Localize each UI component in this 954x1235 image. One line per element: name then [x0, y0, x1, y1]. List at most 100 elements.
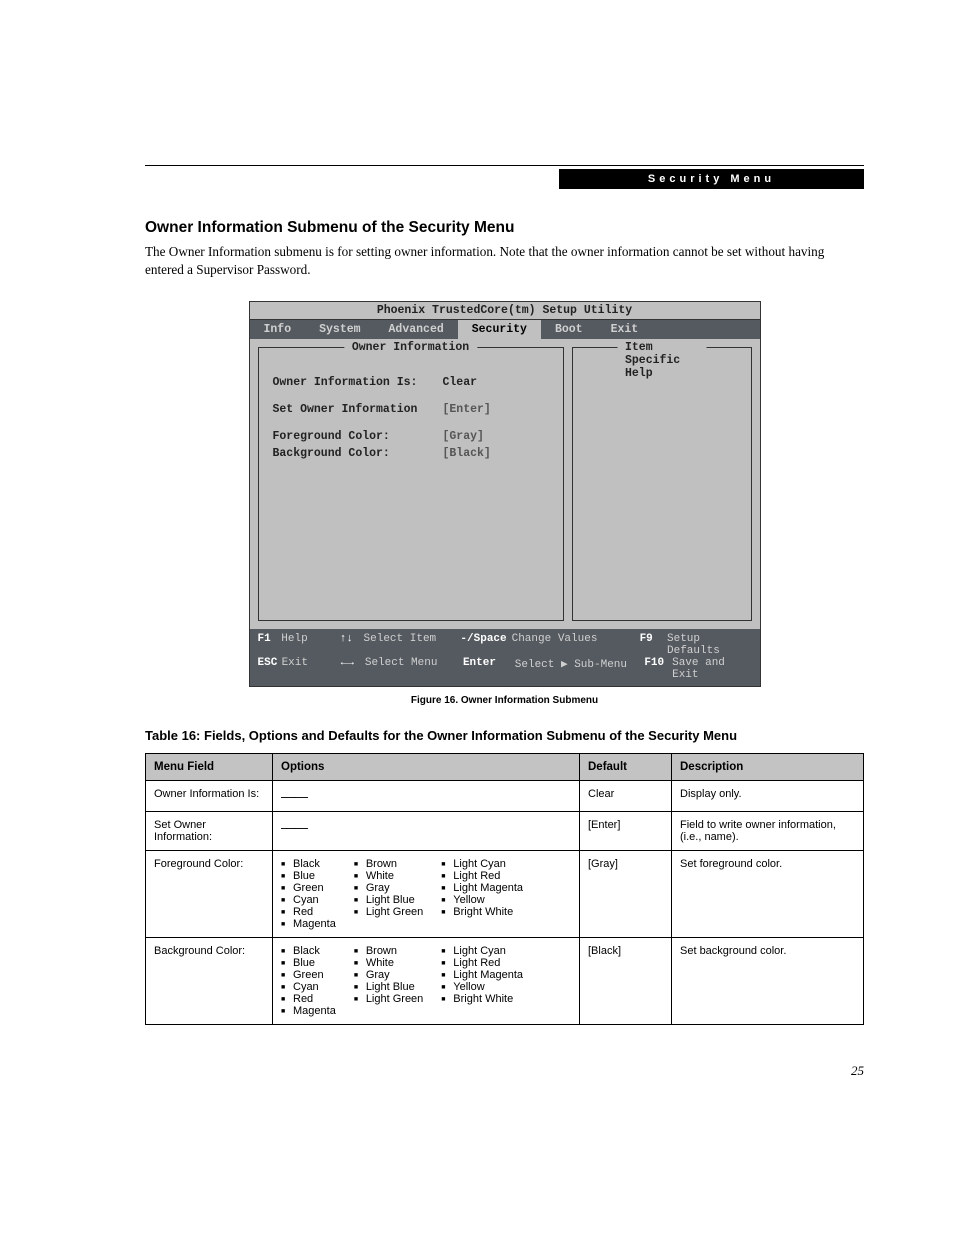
bios-key: F10 [644, 657, 672, 681]
bios-key-label: Select Item [364, 633, 461, 657]
bios-key-label: Setup Defaults [667, 633, 751, 657]
cell-options: —— [273, 811, 580, 850]
bios-field-label: Foreground Color: [273, 430, 443, 443]
option-item: Magenta [281, 1005, 336, 1017]
bios-tab-security[interactable]: Security [458, 320, 541, 339]
option-item: Light Green [354, 906, 423, 918]
bios-help-title: Item Specific Help [617, 341, 706, 380]
bios-key: F9 [640, 633, 667, 657]
option-item: Light Cyan [441, 858, 523, 870]
bios-key-label: Help [281, 633, 340, 657]
option-item: Red [281, 906, 336, 918]
cell-options: —— [273, 780, 580, 811]
bios-utility-title: Phoenix TrustedCore(tm) Setup Utility [250, 302, 760, 320]
option-item: Blue [281, 957, 336, 969]
section-header-label: Security Menu [559, 169, 864, 189]
bios-key: ESC [258, 657, 282, 681]
bios-key-label: Save and Exit [672, 657, 751, 681]
option-item: Light Green [354, 993, 423, 1005]
bios-tab-boot[interactable]: Boot [541, 320, 597, 339]
option-item: Black [281, 945, 336, 957]
cell-options: BlackBlueGreenCyanRedMagenta BrownWhiteGr… [273, 937, 580, 1024]
cell-default: [Enter] [580, 811, 672, 850]
table-title: Table 16: Fields, Options and Defaults f… [145, 728, 864, 743]
option-item: Black [281, 858, 336, 870]
bios-tab-exit[interactable]: Exit [597, 320, 653, 339]
option-item: Light Cyan [441, 945, 523, 957]
bios-key: ↑↓ [340, 633, 364, 657]
table-row: Background Color:BlackBlueGreenCyanRedMa… [146, 937, 864, 1024]
bios-key-label: Select ▶ Sub-Menu [515, 657, 645, 681]
bios-field-label: Owner Information Is: [273, 376, 443, 389]
bios-screenshot: Phoenix TrustedCore(tm) Setup Utility In… [249, 301, 761, 687]
bios-field-label: Background Color: [273, 447, 443, 460]
table-row: Owner Information Is:——ClearDisplay only… [146, 780, 864, 811]
option-item: Bright White [441, 993, 523, 1005]
th-default: Default [580, 753, 672, 780]
fields-table: Menu Field Options Default Description O… [145, 753, 864, 1025]
cell-menu-field: Background Color: [146, 937, 273, 1024]
option-item: Light Red [441, 957, 523, 969]
option-item: Magenta [281, 918, 336, 930]
bios-key: F1 [258, 633, 282, 657]
bios-help-panel: Item Specific Help [572, 347, 752, 621]
section-body: The Owner Information submenu is for set… [145, 243, 864, 279]
table-row: Set Owner Information:——[Enter]Field to … [146, 811, 864, 850]
option-item: Light Magenta [441, 969, 523, 981]
cell-description: Display only. [672, 780, 864, 811]
bios-left-title: Owner Information [344, 341, 477, 354]
cell-menu-field: Foreground Color: [146, 850, 273, 937]
option-item: Light Red [441, 870, 523, 882]
cell-default: Clear [580, 780, 672, 811]
option-item: Light Blue [354, 894, 423, 906]
option-item: White [354, 870, 423, 882]
bios-tab-bar: Info System Advanced Security Boot Exit [250, 320, 760, 339]
table-row: Foreground Color:BlackBlueGreenCyanRedMa… [146, 850, 864, 937]
cell-description: Set foreground color. [672, 850, 864, 937]
bios-left-panel: Owner Information Owner Information Is: … [258, 347, 564, 621]
bios-key-label: Exit [282, 657, 341, 681]
bios-key: Enter [463, 657, 515, 681]
bios-field-label: Set Owner Information [273, 403, 443, 416]
option-item: Brown [354, 858, 423, 870]
bios-footer: F1 Help ↑↓ Select Item -/Space Change Va… [250, 629, 760, 686]
option-item: Light Magenta [441, 882, 523, 894]
cell-default: [Gray] [580, 850, 672, 937]
bios-tab-info[interactable]: Info [250, 320, 306, 339]
bios-key-label: Select Menu [365, 657, 463, 681]
bios-field-value[interactable]: [Black] [443, 447, 491, 460]
bios-field-value: Clear [443, 376, 478, 389]
option-item: Green [281, 882, 336, 894]
option-item: Cyan [281, 981, 336, 993]
option-item: Cyan [281, 894, 336, 906]
option-item: Brown [354, 945, 423, 957]
bios-field-value[interactable]: [Enter] [443, 403, 491, 416]
cell-description: Field to write owner information, (i.e.,… [672, 811, 864, 850]
option-item: Gray [354, 882, 423, 894]
option-item: Green [281, 969, 336, 981]
page-number: 25 [145, 1063, 864, 1079]
bios-field-value[interactable]: [Gray] [443, 430, 484, 443]
option-item: Bright White [441, 906, 523, 918]
th-menu: Menu Field [146, 753, 273, 780]
option-item: Red [281, 993, 336, 1005]
bios-tab-system[interactable]: System [305, 320, 374, 339]
option-item: Blue [281, 870, 336, 882]
section-title: Owner Information Submenu of the Securit… [145, 219, 864, 237]
bios-tab-advanced[interactable]: Advanced [375, 320, 458, 339]
option-item: Yellow [441, 894, 523, 906]
th-description: Description [672, 753, 864, 780]
bios-key: -/Space [460, 633, 511, 657]
cell-menu-field: Set Owner Information: [146, 811, 273, 850]
option-item: Light Blue [354, 981, 423, 993]
cell-options: BlackBlueGreenCyanRedMagenta BrownWhiteGr… [273, 850, 580, 937]
figure-caption: Figure 16. Owner Information Submenu [145, 695, 864, 706]
option-item: White [354, 957, 423, 969]
option-item: Yellow [441, 981, 523, 993]
cell-menu-field: Owner Information Is: [146, 780, 273, 811]
bios-key: ←→ [341, 657, 365, 681]
cell-description: Set background color. [672, 937, 864, 1024]
option-item: Gray [354, 969, 423, 981]
th-options: Options [273, 753, 580, 780]
bios-key-label: Change Values [512, 633, 640, 657]
